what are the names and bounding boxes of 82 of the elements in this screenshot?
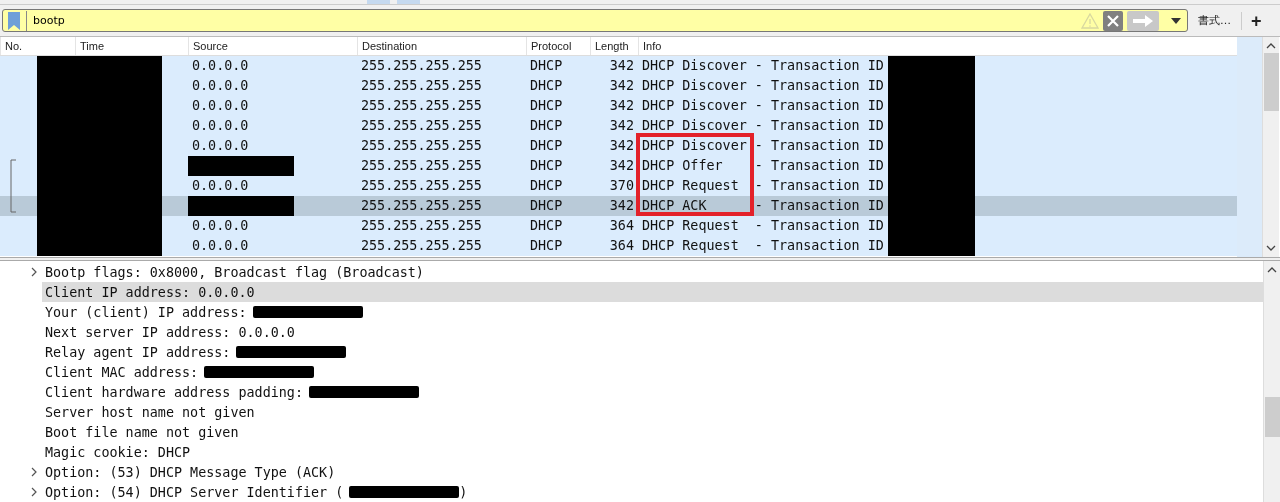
detail-line[interactable]: Relay agent IP address: xyxy=(45,344,231,360)
column-header[interactable]: Length xyxy=(590,37,638,55)
format-button[interactable]: 書式… xyxy=(1194,13,1235,28)
table-cell-text: DHCP xyxy=(529,177,564,195)
table-cell-text: DHCP xyxy=(529,97,564,115)
table-cell-text: 255.255.255.255 xyxy=(360,237,483,255)
column-header[interactable]: Protocol xyxy=(526,37,590,55)
table-cell-text: 255.255.255.255 xyxy=(360,197,483,215)
table-cell-text: 0.0.0.0 xyxy=(191,57,250,75)
table-cell-text: DHCP Offer - Transaction ID xyxy=(641,157,885,175)
detail-line[interactable]: Your (client) IP address: xyxy=(45,304,247,320)
detail-line[interactable]: Server host name not given xyxy=(45,404,255,420)
table-cell-text: DHCP xyxy=(529,117,564,135)
table-cell-text: 364 xyxy=(608,217,635,235)
table-cell-text: 255.255.255.255 xyxy=(360,177,483,195)
scroll-down-icon[interactable] xyxy=(1266,245,1276,251)
table-cell-text: 255.255.255.255 xyxy=(360,137,483,155)
table-cell-text: DHCP Request - Transaction ID xyxy=(641,177,885,195)
table-cell-text: 255.255.255.255 xyxy=(360,77,483,95)
table-cell-text: 342 xyxy=(608,157,635,175)
dropdown-caret-icon[interactable] xyxy=(1171,17,1181,24)
table-cell-text: DHCP Discover - Transaction ID xyxy=(641,97,885,115)
table-cell-text: DHCP Request - Transaction ID xyxy=(641,217,885,235)
clear-icon[interactable] xyxy=(1103,10,1123,31)
table-cell-text: DHCP xyxy=(529,237,564,255)
scrollbar[interactable] xyxy=(1262,37,1279,257)
detail-line[interactable]: Bootp flags: 0x8000, Broadcast flag (Broadcast) xyxy=(45,264,424,280)
table-cell-text: 0.0.0.0 xyxy=(191,177,250,195)
table-cell-text: DHCP Discover - Transaction ID xyxy=(641,137,885,155)
table-cell-text: 342 xyxy=(608,77,635,95)
detail-line[interactable]: Client IP address: 0.0.0.0 xyxy=(45,284,255,300)
detail-line[interactable]: Client hardware address padding: xyxy=(45,384,303,400)
scrollbar-thumb[interactable] xyxy=(1264,397,1280,437)
table-cell-text: 0.0.0.0 xyxy=(191,77,250,95)
table-cell-text: 0.0.0.0 xyxy=(191,137,250,155)
table-cell-text: 364 xyxy=(608,237,635,255)
table-cell-text: 342 xyxy=(608,137,635,155)
scrollbar[interactable] xyxy=(1263,261,1280,502)
table-cell-text: 255.255.255.255 xyxy=(360,57,483,75)
display-filter-field[interactable]: bootp xyxy=(31,14,1077,27)
table-cell-text: DHCP ACK - Transaction ID xyxy=(641,197,885,215)
detail-line[interactable]: Option: (53) DHCP Message Type (ACK) xyxy=(45,464,336,480)
column-header[interactable]: Source xyxy=(188,37,357,55)
table-cell-text: DHCP xyxy=(529,57,564,75)
table-cell-text: 0.0.0.0 xyxy=(191,117,250,135)
detail-line[interactable]: Next server IP address: 0.0.0.0 xyxy=(45,324,295,340)
bookmark-icon[interactable] xyxy=(7,10,27,31)
table-cell-text: 0.0.0.0 xyxy=(191,97,250,115)
display-filter-field[interactable]: bootp xyxy=(2,9,1188,32)
table-cell-text: 342 xyxy=(608,197,635,215)
column-header[interactable]: Destination xyxy=(357,37,526,55)
scrollbar-thumb[interactable] xyxy=(1263,53,1279,111)
table-cell-text: DHCP Discover - Transaction ID xyxy=(641,77,885,95)
table-cell-text: 342 xyxy=(608,57,635,75)
add-button[interactable]: + xyxy=(1248,11,1265,30)
table-cell-text: 0.0.0.0 xyxy=(191,217,250,235)
column-header[interactable]: No. xyxy=(0,37,75,55)
scroll-up-icon[interactable] xyxy=(1266,43,1276,49)
table-cell-text: DHCP xyxy=(529,217,564,235)
table-cell-text: 255.255.255.255 xyxy=(360,157,483,175)
table-cell-text: 255.255.255.255 xyxy=(360,97,483,115)
table-cell-text: 255.255.255.255 xyxy=(360,217,483,235)
table-cell-text: DHCP xyxy=(529,157,564,175)
column-header[interactable]: Time xyxy=(75,37,188,55)
scroll-up-icon[interactable] xyxy=(1267,267,1277,273)
table-cell-text: 0.0.0.0 xyxy=(191,237,250,255)
table-cell-text: 342 xyxy=(608,97,635,115)
detail-line[interactable]: Magic cookie: DHCP xyxy=(45,444,191,460)
table-cell-text: 370 xyxy=(608,177,635,195)
detail-line[interactable]: Boot file name not given xyxy=(45,424,239,440)
warning-icon xyxy=(1081,12,1099,29)
table-cell-text: DHCP xyxy=(529,77,564,95)
detail-line[interactable]: Option: (54) DHCP Server Identifier ( xyxy=(45,484,344,500)
table-cell-text: DHCP xyxy=(529,137,564,155)
table-cell-text: DHCP Discover - Transaction ID xyxy=(641,117,885,135)
table-cell-text: 342 xyxy=(608,117,635,135)
table-cell-text: DHCP Request - Transaction ID xyxy=(641,237,885,255)
table-cell-text: DHCP Discover - Transaction ID xyxy=(641,57,885,75)
table-cell-text: DHCP xyxy=(529,197,564,215)
detail-line-end: ) xyxy=(459,484,468,500)
detail-line[interactable]: Client MAC address: xyxy=(45,364,199,380)
table-cell-text: 255.255.255.255 xyxy=(360,117,483,135)
